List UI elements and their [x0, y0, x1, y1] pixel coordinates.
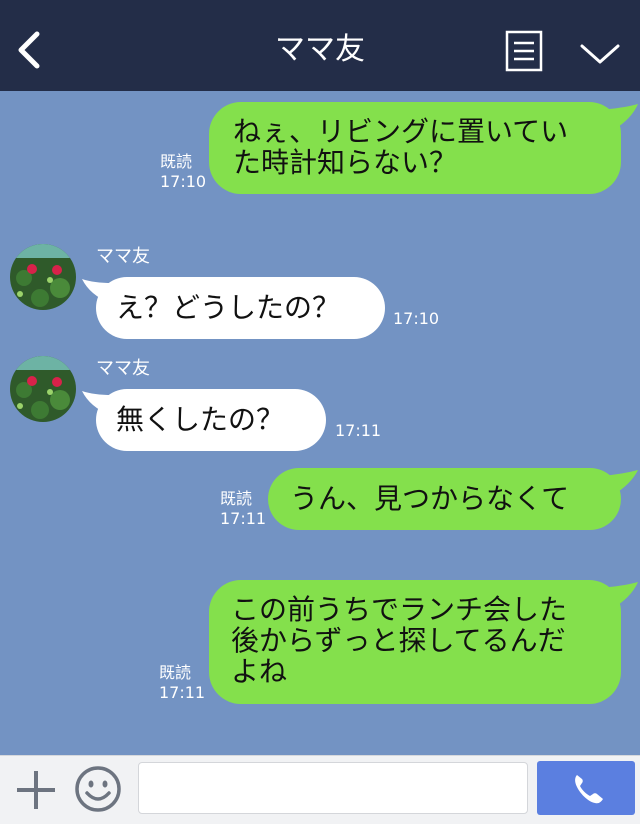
read-receipt: 既読 17:11	[159, 663, 206, 702]
smiley-icon	[75, 766, 121, 812]
avatar-image	[10, 356, 76, 422]
message-bubble[interactable]: うん、見つからなくて	[268, 468, 621, 530]
composer-bar	[0, 755, 640, 824]
chat-title: ママ友	[275, 32, 365, 67]
message-bubble[interactable]: 無くしたの？	[96, 389, 326, 451]
message-bubble[interactable]: え？どうしたの？	[96, 277, 385, 339]
add-button[interactable]	[14, 768, 58, 812]
message-time: 17:10	[393, 309, 440, 328]
menu-button[interactable]	[505, 30, 543, 72]
avatar[interactable]	[10, 356, 76, 422]
read-receipt: 既読 17:10	[160, 152, 207, 191]
avatar-image	[10, 244, 76, 310]
chevron-down-icon	[580, 44, 620, 64]
message-bubble[interactable]: ねぇ、リビングに置いてい た時計知らない？	[209, 102, 621, 194]
plus-icon	[17, 771, 55, 809]
emoji-button[interactable]	[74, 765, 122, 813]
call-button[interactable]	[537, 761, 635, 815]
message-bubble[interactable]: この前うちでランチ会した 後からずっと探してるんだ よね	[209, 580, 621, 704]
read-receipt: 既読 17:11	[220, 489, 267, 528]
message-time: 17:11	[335, 421, 382, 440]
menu-list-icon	[505, 30, 543, 72]
phone-icon	[575, 775, 603, 804]
message-input[interactable]	[138, 762, 528, 814]
avatar[interactable]	[10, 244, 76, 310]
chat-header: ママ友	[0, 0, 640, 91]
collapse-button[interactable]	[578, 38, 622, 68]
sender-name: ママ友	[96, 246, 150, 267]
sender-name: ママ友	[96, 358, 150, 379]
